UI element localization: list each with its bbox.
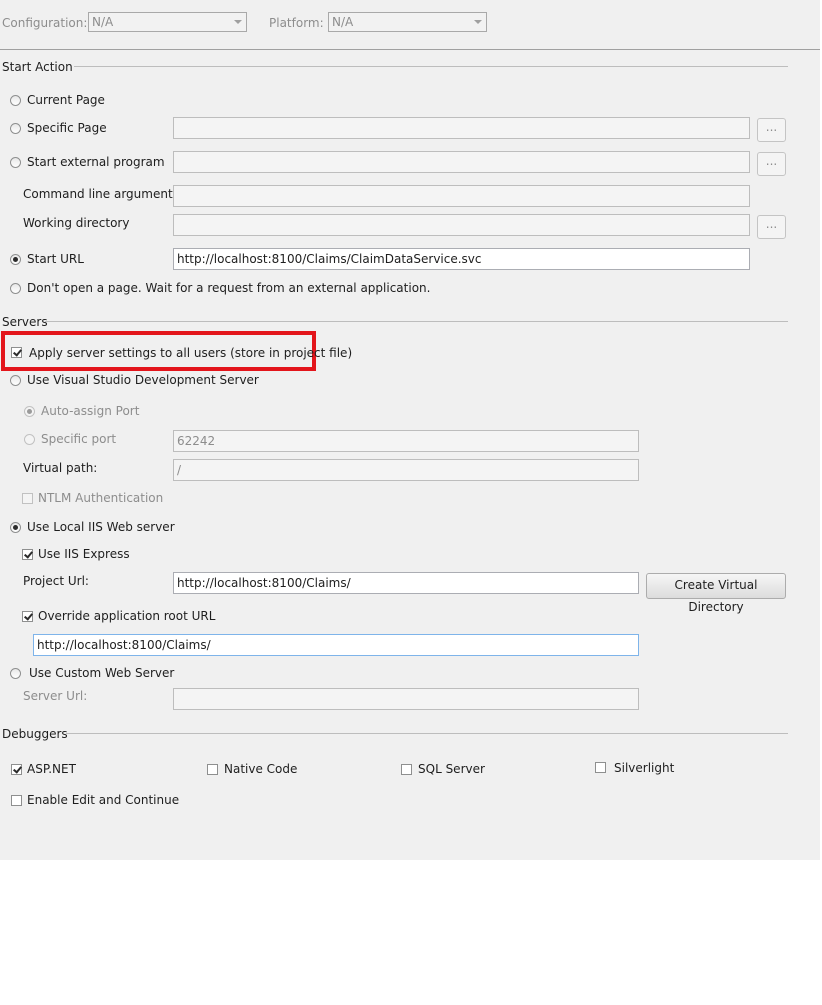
current-page-radio[interactable] <box>10 95 21 106</box>
servers-divider <box>45 321 788 322</box>
start-external-program-label: Start external program <box>27 155 165 169</box>
dont-open-page-label: Don't open a page. Wait for a request fr… <box>27 281 431 295</box>
configuration-label: Configuration: <box>2 16 88 30</box>
debuggers-header: Debuggers <box>2 727 68 741</box>
virtual-path-label: Virtual path: <box>23 461 98 475</box>
working-directory-input[interactable] <box>173 214 750 236</box>
working-directory-browse-button[interactable]: ... <box>757 215 786 239</box>
use-iis-express-label: Use IIS Express <box>38 547 130 561</box>
start-external-program-radio[interactable] <box>10 157 21 168</box>
platform-label: Platform: <box>269 16 324 30</box>
create-virtual-directory-button[interactable]: Create Virtual Directory <box>646 573 786 614</box>
command-line-arguments-label: Command line arguments <box>23 187 179 201</box>
enable-edit-continue-label: Enable Edit and Continue <box>27 793 180 807</box>
specific-page-browse-button[interactable]: ... <box>757 118 786 142</box>
working-directory-label: Working directory <box>23 216 130 230</box>
specific-port-label: Specific port <box>41 432 117 446</box>
sql-server-checkbox[interactable] <box>401 764 412 775</box>
specific-port-radio[interactable] <box>24 434 35 445</box>
external-program-browse-button[interactable]: ... <box>757 152 786 176</box>
top-divider <box>0 49 820 50</box>
specific-page-label: Specific Page <box>27 121 107 135</box>
platform-dropdown[interactable]: N/A <box>328 12 487 32</box>
native-code-checkbox[interactable] <box>207 764 218 775</box>
start-action-divider <box>74 66 788 67</box>
silverlight-label: Silverlight <box>614 761 675 775</box>
web-properties-panel: Configuration: N/A Platform: N/A Start A… <box>0 0 820 860</box>
override-root-url-checkbox[interactable] <box>22 611 33 622</box>
use-vs-dev-server-label: Use Visual Studio Development Server <box>27 373 259 387</box>
project-url-input[interactable]: http://localhost:8100/Claims/ <box>173 572 639 594</box>
native-code-label: Native Code <box>224 762 298 776</box>
start-action-header: Start Action <box>2 60 73 74</box>
chevron-down-icon <box>234 20 242 24</box>
specific-page-input[interactable] <box>173 117 750 139</box>
virtual-path-input[interactable]: / <box>173 459 639 481</box>
specific-port-input[interactable]: 62242 <box>173 430 639 452</box>
server-url-input[interactable] <box>173 688 639 710</box>
configuration-value: N/A <box>92 15 114 29</box>
use-custom-web-server-label: Use Custom Web Server <box>29 666 175 680</box>
configuration-dropdown[interactable]: N/A <box>88 12 247 32</box>
use-local-iis-label: Use Local IIS Web server <box>27 520 175 534</box>
ntlm-authentication-checkbox[interactable] <box>22 493 33 504</box>
external-program-input[interactable] <box>173 151 750 173</box>
command-line-arguments-input[interactable] <box>173 185 750 207</box>
use-local-iis-radio[interactable] <box>10 522 21 533</box>
enable-edit-continue-checkbox[interactable] <box>11 795 22 806</box>
platform-value: N/A <box>332 15 354 29</box>
current-page-label: Current Page <box>27 93 105 107</box>
chevron-down-icon <box>474 20 482 24</box>
use-custom-web-server-radio[interactable] <box>10 668 21 679</box>
aspnet-checkbox[interactable] <box>11 764 22 775</box>
dont-open-page-radio[interactable] <box>10 283 21 294</box>
specific-page-radio[interactable] <box>10 123 21 134</box>
start-url-label: Start URL <box>27 252 84 266</box>
use-iis-express-checkbox[interactable] <box>22 549 33 560</box>
use-vs-dev-server-radio[interactable] <box>10 375 21 386</box>
debuggers-divider <box>66 733 788 734</box>
server-url-label: Server Url: <box>23 689 88 703</box>
override-root-url-input[interactable]: http://localhost:8100/Claims/ <box>33 634 639 656</box>
project-url-label: Project Url: <box>23 574 89 588</box>
apply-all-users-label: Apply server settings to all users (stor… <box>29 346 353 360</box>
apply-all-users-checkbox[interactable] <box>11 347 22 358</box>
start-url-input[interactable]: http://localhost:8100/Claims/ClaimDataSe… <box>173 248 750 270</box>
override-root-url-label: Override application root URL <box>38 609 216 623</box>
auto-assign-port-radio[interactable] <box>24 406 35 417</box>
auto-assign-port-label: Auto-assign Port <box>41 404 140 418</box>
sql-server-label: SQL Server <box>418 762 485 776</box>
silverlight-checkbox[interactable] <box>595 762 606 773</box>
aspnet-label: ASP.NET <box>27 762 76 776</box>
start-url-radio[interactable] <box>10 254 21 265</box>
ntlm-authentication-label: NTLM Authentication <box>38 491 164 505</box>
servers-header: Servers <box>2 315 48 329</box>
